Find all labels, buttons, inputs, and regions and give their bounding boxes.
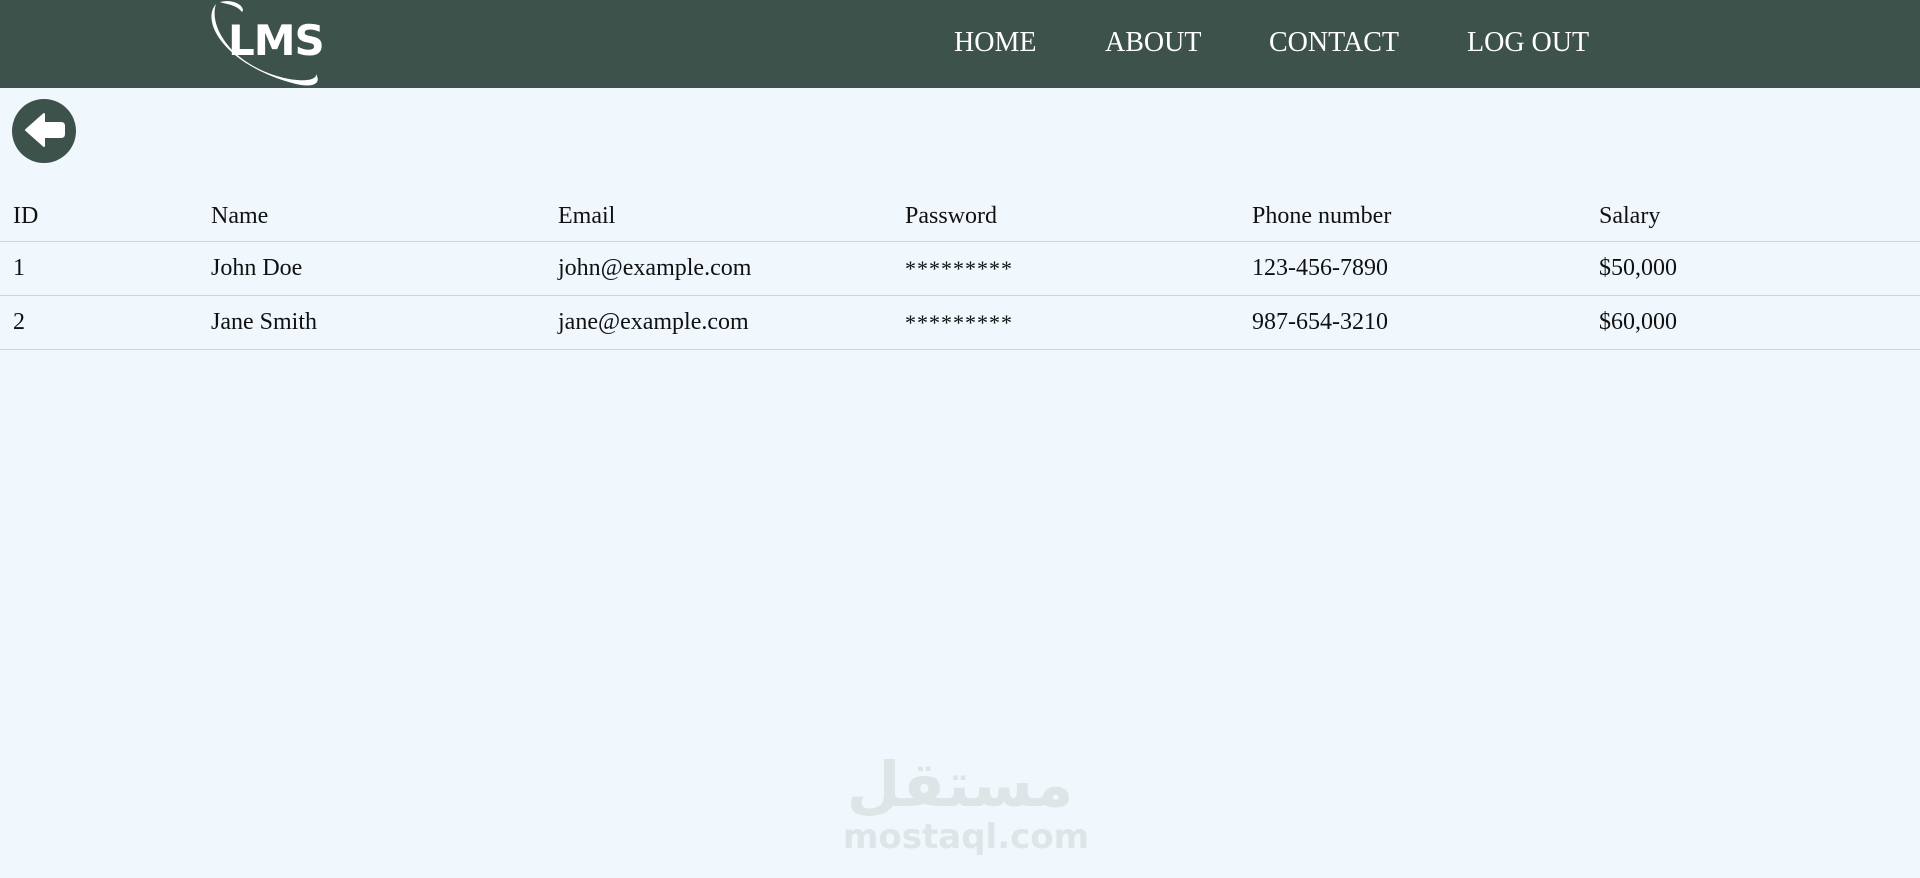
logo-text: LMS	[228, 16, 325, 65]
column-header-salary: Salary	[1586, 192, 1920, 242]
nav-home[interactable]: HOME	[954, 26, 1036, 60]
nav-about[interactable]: ABOUT	[1105, 26, 1201, 60]
column-header-phone: Phone number	[1239, 192, 1586, 242]
back-button[interactable]	[12, 99, 76, 163]
cell-password: *********	[892, 241, 1239, 296]
cell-salary: $50,000	[1586, 241, 1920, 296]
cell-email: john@example.com	[545, 241, 892, 296]
column-header-email: Email	[545, 192, 892, 242]
lms-logo[interactable]: LMS	[206, 0, 336, 88]
cell-id: 1	[0, 241, 198, 296]
top-navbar: LMS HOME ABOUT CONTACT LOG OUT	[0, 0, 1920, 88]
column-header-password: Password	[892, 192, 1239, 242]
column-header-id: ID	[0, 192, 198, 242]
watermark-latin: mostaql.com	[843, 817, 1090, 857]
table-header-row: ID Name Email Password Phone number Sala…	[0, 192, 1920, 242]
table-row: 1 John Doe john@example.com ********* 12…	[0, 241, 1920, 296]
cell-password: *********	[892, 295, 1239, 350]
cell-salary: $60,000	[1586, 295, 1920, 350]
cell-email: jane@example.com	[545, 295, 892, 350]
watermark-arabic: مستقل	[846, 748, 1074, 821]
cell-name: Jane Smith	[198, 295, 545, 350]
column-header-name: Name	[198, 192, 545, 242]
table-row: 2 Jane Smith jane@example.com ********* …	[0, 295, 1920, 350]
watermark: مستقل mostaql.com	[843, 748, 1090, 857]
cell-phone: 123-456-7890	[1239, 241, 1586, 296]
cell-phone: 987-654-3210	[1239, 295, 1586, 350]
nav-contact[interactable]: CONTACT	[1269, 26, 1399, 60]
users-table: ID Name Email Password Phone number Sala…	[0, 192, 1920, 350]
nav-logout[interactable]: LOG OUT	[1467, 26, 1589, 60]
cell-name: John Doe	[198, 241, 545, 296]
arrow-left-icon	[25, 113, 65, 147]
cell-id: 2	[0, 295, 198, 350]
